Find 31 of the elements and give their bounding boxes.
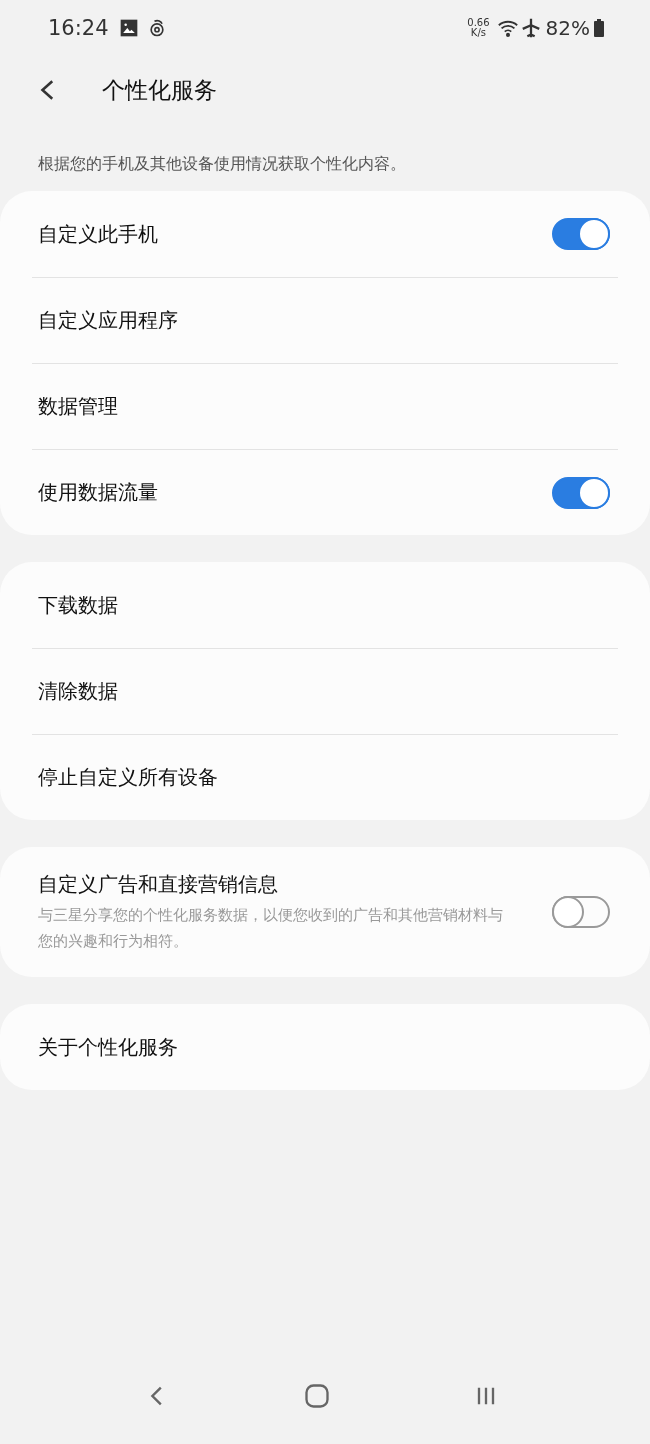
settings-item[interactable]: 自定义此手机 [32,191,618,277]
settings-item[interactable]: 数据管理 [32,363,618,449]
page-description: 根据您的手机及其他设备使用情况获取个性化内容。 [38,154,407,175]
settings-item[interactable]: 下载数据 [32,562,618,648]
battery-icon [594,19,604,37]
toggle-switch[interactable] [552,218,610,250]
toggle-switch[interactable] [552,476,610,509]
clock: 16:24 [48,16,109,40]
settings-item[interactable]: 使用数据流量 [32,449,618,535]
item-label: 下载数据 [38,591,119,619]
battery-level: 82% [545,16,590,40]
settings-item[interactable]: 清除数据 [32,648,618,734]
item-label: 自定义此手机 [38,220,159,248]
settings-item[interactable]: 停止自定义所有设备 [32,734,618,820]
network-speed: 0.66 K/s [467,18,490,38]
item-label: 关于个性化服务 [38,1033,179,1061]
settings-item[interactable]: 自定义广告和直接营销信息 与三星分享您的个性化服务数据，以便您收到的广告和其他营销材料与您的兴趣和行为相符。 [32,847,618,977]
item-label: 数据管理 [38,393,119,420]
back-icon [150,1384,163,1408]
home-icon [303,1382,331,1410]
settings-item[interactable]: 关于个性化服务 [32,1004,618,1090]
item-label: 清除数据 [38,678,119,705]
item-label: 停止自定义所有设备 [38,764,219,791]
item-label: 使用数据流量 [38,479,159,506]
toggle-switch[interactable] [552,896,610,928]
item-description: 与三星分享您的个性化服务数据，以便您收到的广告和其他营销材料与您的兴趣和行为相符。 [38,904,504,952]
item-label: 自定义应用程序 [38,307,179,334]
image-icon [118,18,139,38]
item-label: 自定义广告和直接营销信息 [38,870,279,898]
settings-item[interactable]: 自定义应用程序 [32,277,618,363]
page-title: 个性化服务 [102,75,217,105]
